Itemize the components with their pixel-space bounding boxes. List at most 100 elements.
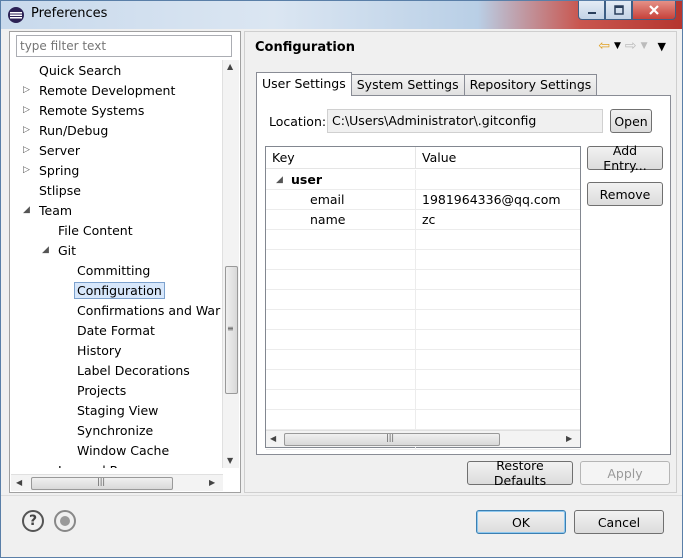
- settings-tabs: User Settings System Settings Repository…: [256, 72, 598, 96]
- back-arrow-icon[interactable]: ⇦: [598, 38, 610, 54]
- expanded-arrow-icon[interactable]: ◢: [42, 241, 49, 260]
- record-icon[interactable]: [54, 510, 76, 532]
- scroll-down-icon[interactable]: ▼: [227, 456, 233, 465]
- close-icon: [649, 5, 659, 15]
- table-row[interactable]: [266, 330, 580, 350]
- tree-item[interactable]: Label Decorations: [74, 361, 193, 380]
- tree-item[interactable]: ◢ Git: [42, 241, 79, 260]
- cancel-button[interactable]: Cancel: [574, 510, 664, 534]
- maximize-button[interactable]: [605, 1, 632, 20]
- ok-button[interactable]: OK: [476, 510, 566, 534]
- table-row[interactable]: [266, 350, 580, 370]
- tree-item-label: Remote Systems: [39, 103, 145, 118]
- config-table: Key Value ◢ user email 1981964336@qq.com nam…: [265, 146, 581, 450]
- scroll-up-icon[interactable]: ▲: [227, 62, 233, 71]
- table-row[interactable]: [266, 370, 580, 390]
- tree-item-label: Git: [58, 243, 77, 258]
- tree-item[interactable]: ▷ Server: [23, 141, 83, 160]
- tree-horizontal-scrollbar[interactable]: ◀ ||| ▶: [11, 474, 223, 491]
- page-navigation: ⇦ ▼ ⇨ ▼ ▼: [598, 38, 666, 54]
- preference-page: Configuration ⇦ ▼ ⇨ ▼ ▼ User Settings Sy…: [244, 31, 677, 493]
- key-cell: [266, 350, 416, 370]
- tree-item[interactable]: Window Cache: [74, 441, 172, 460]
- entry-key-label: email: [310, 192, 345, 207]
- expanded-arrow-icon[interactable]: ◢: [276, 170, 283, 190]
- expanded-arrow-icon[interactable]: ◢: [23, 201, 30, 220]
- scroll-left-icon[interactable]: ◀: [270, 434, 276, 443]
- column-header-value[interactable]: Value: [416, 147, 580, 169]
- tab-user-settings[interactable]: User Settings: [256, 72, 352, 96]
- forward-arrow-icon[interactable]: ⇨: [625, 38, 637, 54]
- tree-item-label: Stlipse: [39, 183, 81, 198]
- tree-item[interactable]: Committing: [74, 261, 153, 280]
- open-button[interactable]: Open: [610, 109, 652, 133]
- tree-item[interactable]: File Content: [55, 221, 136, 240]
- tree-item[interactable]: Confirmations and War: [74, 301, 222, 320]
- preferences-tree-pane: Quick Search ▷ Remote Development ▷ Remote S…: [9, 31, 241, 493]
- collapsed-arrow-icon[interactable]: ▷: [23, 121, 30, 140]
- table-row[interactable]: [266, 230, 580, 250]
- tree-item-label: Remote Development: [39, 83, 176, 98]
- remove-button[interactable]: Remove: [587, 182, 663, 206]
- tree-item-label: Quick Search: [39, 63, 122, 78]
- table-row[interactable]: [266, 310, 580, 330]
- table-horizontal-scrollbar[interactable]: ◀ ||| ▶: [266, 430, 580, 447]
- tab-system-settings[interactable]: System Settings: [350, 74, 465, 96]
- eclipse-icon: [8, 7, 24, 23]
- tree-item[interactable]: History: [74, 341, 124, 360]
- column-header-key[interactable]: Key: [266, 147, 416, 169]
- chevron-down-icon[interactable]: ▼: [641, 41, 648, 51]
- view-menu-icon[interactable]: ▼: [658, 40, 666, 53]
- tree-item[interactable]: Date Format: [74, 321, 158, 340]
- key-cell: [266, 250, 416, 270]
- value-cell: zc: [422, 212, 436, 227]
- collapsed-arrow-icon[interactable]: ▷: [23, 81, 30, 100]
- table-row[interactable]: email 1981964336@qq.com: [266, 190, 580, 210]
- table-row[interactable]: [266, 410, 580, 430]
- tree-item[interactable]: ▷ Remote Systems: [23, 101, 147, 120]
- title-bar[interactable]: Preferences: [1, 1, 682, 29]
- tree-item[interactable]: ▷ Spring: [23, 161, 82, 180]
- table-row[interactable]: name zc: [266, 210, 580, 230]
- table-row[interactable]: [266, 290, 580, 310]
- table-row[interactable]: ◢ user: [266, 170, 580, 190]
- scroll-left-icon[interactable]: ◀: [16, 478, 22, 487]
- tree-item[interactable]: Configuration: [74, 281, 165, 300]
- tree-item-label: Run/Debug: [39, 123, 109, 138]
- tree-item[interactable]: Ignored Resources: [55, 461, 177, 468]
- table-row[interactable]: [266, 390, 580, 410]
- tree-item-label: Staging View: [77, 403, 159, 418]
- scroll-right-icon[interactable]: ▶: [566, 434, 572, 443]
- add-entry-button[interactable]: Add Entry...: [587, 143, 663, 173]
- collapsed-arrow-icon[interactable]: ▷: [23, 101, 30, 120]
- tree-item-label: Synchronize: [77, 423, 154, 438]
- filter-input[interactable]: [16, 35, 232, 57]
- minimize-button[interactable]: [578, 1, 605, 20]
- chevron-down-icon[interactable]: ▼: [614, 41, 621, 51]
- tree-item[interactable]: Stlipse: [36, 181, 84, 200]
- table-row[interactable]: [266, 270, 580, 290]
- tree-item[interactable]: Quick Search: [36, 61, 124, 80]
- collapsed-arrow-icon[interactable]: ▷: [23, 141, 30, 160]
- tree-item[interactable]: Projects: [74, 381, 129, 400]
- collapsed-arrow-icon[interactable]: ▷: [23, 161, 30, 180]
- key-cell: [266, 290, 416, 310]
- table-row[interactable]: [266, 250, 580, 270]
- help-icon[interactable]: ?: [22, 510, 44, 532]
- value-cell: [422, 410, 580, 430]
- close-button[interactable]: [632, 1, 676, 20]
- tree-item[interactable]: ◢ Team: [23, 201, 75, 220]
- key-cell: name: [266, 210, 416, 230]
- tree-item[interactable]: Synchronize: [74, 421, 156, 440]
- restore-defaults-button[interactable]: Restore Defaults: [467, 458, 573, 488]
- tree-item[interactable]: Staging View: [74, 401, 161, 420]
- tab-repository-settings[interactable]: Repository Settings: [463, 74, 598, 96]
- tree-item[interactable]: ▷ Remote Development: [23, 81, 178, 100]
- tree-item-label: File Content: [58, 223, 133, 238]
- tree-item[interactable]: ▷ Run/Debug: [23, 121, 111, 140]
- tree-item-label: Team: [39, 203, 73, 218]
- value-cell: [422, 270, 580, 290]
- scroll-right-icon[interactable]: ▶: [209, 478, 215, 487]
- tree-vertical-scrollbar[interactable]: ▲ ≡ ▼: [222, 60, 239, 468]
- apply-button[interactable]: Apply: [580, 461, 670, 485]
